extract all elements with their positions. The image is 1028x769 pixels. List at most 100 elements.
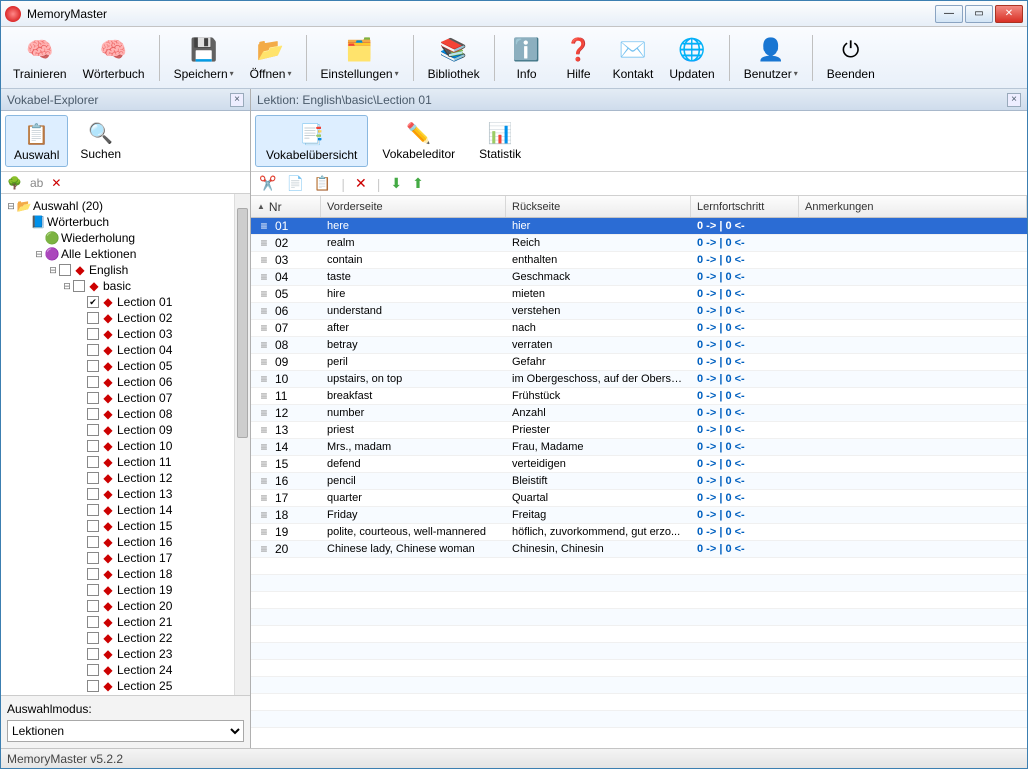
grid-body[interactable]: ≡01herehier0 -> | 0 <-≡02realmReich0 -> … [251,218,1027,748]
col-progress[interactable]: Lernfortschritt [691,196,799,217]
expand-toggle-icon[interactable]: ⊟ [47,265,59,276]
beenden-button[interactable]: ⏻Beenden [821,30,881,86]
table-row[interactable]: ≡04tasteGeschmack0 -> | 0 <- [251,269,1027,286]
table-row[interactable]: ≡07afternach0 -> | 0 <- [251,320,1027,337]
tree-lection-item[interactable]: ◆Lection 19 [1,582,250,598]
checkbox[interactable] [73,280,85,292]
expand-toggle-icon[interactable]: ⊟ [33,249,45,260]
table-row[interactable]: ≡01herehier0 -> | 0 <- [251,218,1027,235]
tab-uebersicht[interactable]: 📑Vokabelübersicht [255,115,368,167]
table-row[interactable]: ≡12numberAnzahl0 -> | 0 <- [251,405,1027,422]
tree-lection-item[interactable]: ◆Lection 09 [1,422,250,438]
tab-statistik[interactable]: 📊Statistik [469,115,531,167]
tree-lection-item[interactable]: ◆Lection 04 [1,342,250,358]
explorer-close-button[interactable]: × [230,93,244,107]
tree-lection-item[interactable]: ◆Lection 17 [1,550,250,566]
auswahl-mode-select[interactable]: Lektionen [7,720,244,742]
checkbox[interactable] [87,456,99,468]
tree-lection-item[interactable]: ◆Lection 08 [1,406,250,422]
checkbox[interactable] [87,376,99,388]
cut-icon[interactable]: ✂️ [259,175,276,192]
tree-lection-item[interactable]: ◆Lection 21 [1,614,250,630]
tree-item[interactable]: ⊟🟣Alle Lektionen [1,246,250,262]
checkbox[interactable]: ✔ [87,296,99,308]
tree-lection-item[interactable]: ◆Lection 24 [1,662,250,678]
checkbox[interactable] [87,680,99,692]
tree-lection-item[interactable]: ◆Lection 07 [1,390,250,406]
move-down-icon[interactable]: ⬇ [390,175,402,192]
checkbox[interactable] [87,504,99,516]
checkbox[interactable] [87,520,99,532]
table-row[interactable]: ≡14Mrs., madamFrau, Madame0 -> | 0 <- [251,439,1027,456]
oeffnen-button[interactable]: 📂Öffnen▾ [244,30,298,86]
table-row[interactable]: ≡16pencilBleistift0 -> | 0 <- [251,473,1027,490]
copy-icon[interactable]: 📄 [286,175,303,192]
tree-item[interactable]: 🟢Wiederholung [1,230,250,246]
bibliothek-button[interactable]: 📚Bibliothek [422,30,486,86]
tree-root[interactable]: ⊟📂Auswahl (20) [1,198,250,214]
paste-icon[interactable]: 📋 [314,175,331,192]
tree-lection-item[interactable]: ◆Lection 16 [1,534,250,550]
auswahl-tab[interactable]: 📋Auswahl [5,115,68,167]
table-row[interactable]: ≡19polite, courteous, well-manneredhöfli… [251,524,1027,541]
table-row[interactable]: ≡05hiremieten0 -> | 0 <- [251,286,1027,303]
tree-item[interactable]: 📘Wörterbuch [1,214,250,230]
table-row[interactable]: ≡10upstairs, on topim Obergeschoss, auf … [251,371,1027,388]
speichern-button[interactable]: 💾Speichern▾ [168,30,240,86]
checkbox[interactable] [87,440,99,452]
checkbox[interactable] [87,408,99,420]
lesson-close-button[interactable]: × [1007,93,1021,107]
table-row[interactable]: ≡15defendverteidigen0 -> | 0 <- [251,456,1027,473]
lection-tree[interactable]: ⊟📂Auswahl (20) 📘Wörterbuch🟢Wiederholung⊟… [1,194,250,695]
table-row[interactable]: ≡08betrayverraten0 -> | 0 <- [251,337,1027,354]
hilfe-button[interactable]: ❓Hilfe [555,30,603,86]
tree-lection-item[interactable]: ◆Lection 13 [1,486,250,502]
table-row[interactable]: ≡06understandverstehen0 -> | 0 <- [251,303,1027,320]
tree-scroll-thumb[interactable] [237,208,248,438]
checkbox[interactable] [87,600,99,612]
tree-lection-item[interactable]: ◆Lection 18 [1,566,250,582]
table-row[interactable]: ≡20Chinese lady, Chinese womanChinesin, … [251,541,1027,558]
col-notes[interactable]: Anmerkungen [799,196,1027,217]
checkbox[interactable] [87,488,99,500]
checkbox[interactable] [87,312,99,324]
tree-lection-item[interactable]: ◆Lection 20 [1,598,250,614]
table-row[interactable]: ≡11breakfastFrühstück0 -> | 0 <- [251,388,1027,405]
checkbox[interactable] [87,344,99,356]
checkbox[interactable] [87,472,99,484]
tree-lection-item[interactable]: ◆Lection 02 [1,310,250,326]
checkbox[interactable] [87,536,99,548]
tree-lection-item[interactable]: ◆Lection 05 [1,358,250,374]
checkbox[interactable] [87,568,99,580]
table-row[interactable]: ≡13priestPriester0 -> | 0 <- [251,422,1027,439]
checkbox[interactable] [59,264,71,276]
table-row[interactable]: ≡09perilGefahr0 -> | 0 <- [251,354,1027,371]
checkbox[interactable] [87,664,99,676]
col-nr[interactable]: ▲Nr [251,196,321,217]
rename-icon[interactable]: ab [30,176,43,190]
table-row[interactable]: ≡03containenthalten0 -> | 0 <- [251,252,1027,269]
tree-item[interactable]: ⊟◆English [1,262,250,278]
delete-row-icon[interactable]: ✕ [355,175,367,192]
move-up-icon[interactable]: ⬆ [412,175,424,192]
tree-lection-item[interactable]: ◆Lection 23 [1,646,250,662]
suchen-tab[interactable]: 🔍Suchen [72,115,129,167]
tree-lection-item[interactable]: ◆Lection 14 [1,502,250,518]
table-row[interactable]: ≡18FridayFreitag0 -> | 0 <- [251,507,1027,524]
tree-lection-item[interactable]: ◆Lection 12 [1,470,250,486]
expand-toggle-icon[interactable]: ⊟ [5,201,17,212]
tree-toggle-icon[interactable]: 🌳 [7,176,22,190]
checkbox[interactable] [87,328,99,340]
tree-lection-item[interactable]: ◆Lection 25 [1,678,250,694]
tree-scrollbar[interactable] [234,194,250,695]
checkbox[interactable] [87,424,99,436]
updaten-button[interactable]: 🌐Updaten [663,30,720,86]
checkbox[interactable] [87,360,99,372]
checkbox[interactable] [87,584,99,596]
kontakt-button[interactable]: ✉️Kontakt [607,30,660,86]
tree-lection-item[interactable]: ◆Lection 10 [1,438,250,454]
checkbox[interactable] [87,632,99,644]
checkbox[interactable] [87,392,99,404]
tab-editor[interactable]: ✏️Vokabeleditor [372,115,465,167]
minimize-button[interactable]: — [935,5,963,23]
